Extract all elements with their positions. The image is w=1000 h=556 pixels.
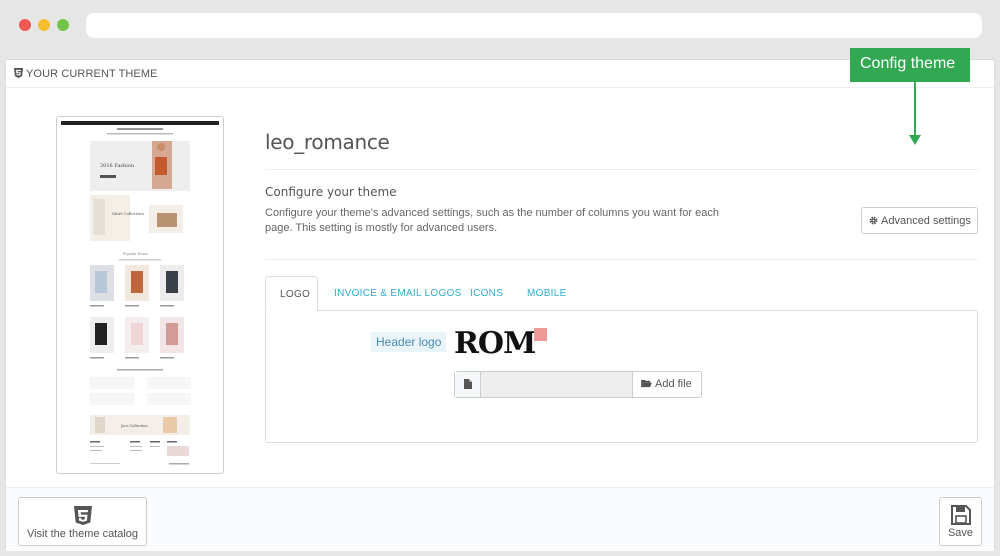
tab-label: INVOICE & EMAIL LOGOS xyxy=(334,288,462,299)
configure-description: Configure your theme's advanced settings… xyxy=(265,207,719,234)
floppy-disk-icon xyxy=(950,505,971,525)
theme-preview-image: 2016 Fashion Shirt Collection Popular It… xyxy=(56,116,224,474)
close-window-button[interactable] xyxy=(19,19,31,31)
panel-heading-label: YOUR CURRENT THEME xyxy=(26,68,158,80)
tab-logo[interactable]: LOGO xyxy=(265,276,318,311)
panel-heading: YOUR CURRENT THEME xyxy=(6,60,994,88)
advanced-settings-button[interactable]: Advanced settings xyxy=(861,207,978,234)
gear-icon xyxy=(869,216,878,225)
tab-icons[interactable]: ICONS xyxy=(456,276,517,311)
browser-chrome xyxy=(0,0,1000,52)
tab-label: ICONS xyxy=(470,288,504,299)
callout-arrow-line xyxy=(914,82,916,137)
current-theme-panel: YOUR CURRENT THEME 2016 Fashion Shirt Co… xyxy=(5,59,995,551)
preview-hero-title: 2016 Fashion xyxy=(100,163,135,169)
file-icon-addon xyxy=(455,372,481,397)
tab-invoice-email-logos[interactable]: INVOICE & EMAIL LOGOS xyxy=(320,276,476,311)
configure-title: Configure your theme xyxy=(265,185,397,199)
tab-label: LOGO xyxy=(280,289,311,300)
divider xyxy=(265,259,978,260)
add-file-button[interactable]: Add file xyxy=(633,372,701,397)
config-theme-callout: Config theme xyxy=(850,48,970,82)
divider xyxy=(265,169,978,170)
header-logo-preview: ROM xyxy=(454,326,536,361)
save-label: Save xyxy=(947,527,974,539)
folder-open-icon xyxy=(641,379,652,388)
html5-icon xyxy=(73,506,92,525)
add-file-label: Add file xyxy=(655,378,692,390)
html5-icon xyxy=(14,68,23,78)
header-logo-label: Header logo xyxy=(371,332,447,352)
file-icon xyxy=(464,379,472,389)
save-button[interactable]: Save xyxy=(939,497,982,546)
file-upload-group: Add file xyxy=(454,371,702,398)
address-bar[interactable] xyxy=(86,13,982,38)
tab-mobile[interactable]: MOBILE xyxy=(513,276,581,311)
panel-footer: Visit the theme catalog Save xyxy=(6,487,994,551)
theme-preview-drawing: 2016 Fashion Shirt Collection Popular It… xyxy=(57,117,223,473)
logo-accent-square xyxy=(534,328,547,341)
preview-section-title: Popular Items xyxy=(123,252,148,256)
tab-label: MOBILE xyxy=(527,288,567,299)
visit-theme-catalog-button[interactable]: Visit the theme catalog xyxy=(18,497,147,546)
advanced-settings-label: Advanced settings xyxy=(881,215,971,227)
visit-theme-catalog-label: Visit the theme catalog xyxy=(26,528,139,540)
maximize-window-button[interactable] xyxy=(57,19,69,31)
preview-collection-label: Shirt Collection xyxy=(112,211,144,216)
preview-jace-label: Jace Collection xyxy=(120,424,148,428)
callout-arrow-head xyxy=(909,135,921,145)
theme-name: leo_romance xyxy=(265,130,390,154)
minimize-window-button[interactable] xyxy=(38,19,50,31)
file-name-field[interactable] xyxy=(481,372,633,397)
